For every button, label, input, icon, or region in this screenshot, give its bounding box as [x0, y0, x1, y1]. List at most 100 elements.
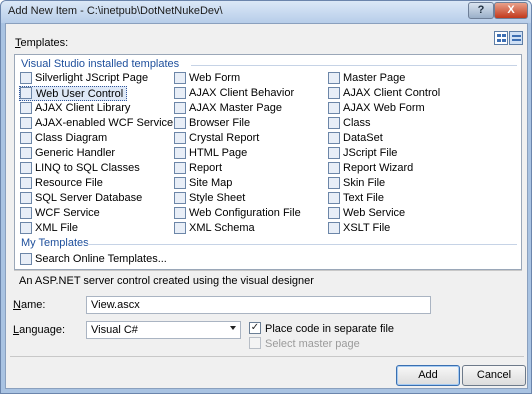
templates-list[interactable]: Visual Studio installed templates Silver…	[14, 54, 522, 270]
file-template-icon	[20, 147, 32, 159]
file-template-icon	[328, 87, 340, 99]
template-item[interactable]: Resource File	[19, 176, 103, 191]
file-template-icon	[174, 147, 186, 159]
file-template-icon	[20, 177, 32, 189]
template-item[interactable]: AJAX Web Form	[327, 101, 425, 116]
file-template-icon	[328, 147, 340, 159]
file-template-icon	[20, 162, 32, 174]
template-item[interactable]: AJAX Client Behavior	[173, 86, 294, 101]
template-item[interactable]: DataSet	[327, 131, 383, 146]
template-item[interactable]: JScript File	[327, 146, 397, 161]
template-item-label: Style Sheet	[189, 192, 246, 204]
file-template-icon	[174, 132, 186, 144]
add-new-item-dialog: Add New Item - C:\inetpub\DotNetNukeDev\…	[0, 0, 532, 394]
file-template-icon	[174, 222, 186, 234]
language-select[interactable]: Visual C#	[86, 321, 241, 339]
file-template-icon	[328, 72, 340, 84]
template-item-label: LINQ to SQL Classes	[35, 162, 140, 174]
template-item-label: Resource File	[35, 177, 103, 189]
template-item[interactable]: Web Service	[327, 206, 405, 221]
template-item-label: Search Online Templates...	[35, 253, 167, 265]
template-item[interactable]: Report	[173, 161, 222, 176]
file-template-icon	[20, 102, 32, 114]
template-item[interactable]: Class	[327, 116, 371, 131]
group-divider	[191, 65, 517, 66]
file-template-icon	[20, 117, 32, 129]
template-item[interactable]: HTML Page	[173, 146, 247, 161]
template-item[interactable]: Generic Handler	[19, 146, 115, 161]
template-item[interactable]: Skin File	[327, 176, 385, 191]
template-item-label: Web Form	[189, 72, 241, 84]
language-select-value: Visual C#	[91, 324, 138, 336]
file-template-icon	[174, 162, 186, 174]
installed-templates-header: Visual Studio installed templates	[21, 58, 180, 70]
template-item-label: AJAX Web Form	[343, 102, 425, 114]
template-item-label: XML File	[35, 222, 78, 234]
template-item-label: Report	[189, 162, 223, 174]
template-item[interactable]: Web User Control	[19, 86, 128, 101]
template-item-label: Browser File	[189, 117, 251, 129]
template-item-label: Crystal Report	[189, 132, 260, 144]
template-item[interactable]: Web Form	[173, 71, 240, 86]
help-button[interactable]: ?	[468, 2, 494, 19]
group-divider	[87, 244, 517, 245]
template-item[interactable]: Report Wizard	[327, 161, 413, 176]
name-input[interactable]: View.ascx	[86, 296, 431, 314]
file-template-icon	[20, 222, 32, 234]
separate-file-checkbox[interactable]: ✓	[249, 322, 261, 334]
template-item-label: DataSet	[343, 132, 383, 144]
template-item[interactable]: Master Page	[327, 71, 405, 86]
large-icons-view-button[interactable]	[494, 31, 508, 45]
file-template-icon	[174, 87, 186, 99]
template-item[interactable]: WCF Service	[19, 206, 100, 221]
file-template-icon	[328, 207, 340, 219]
template-item[interactable]: AJAX-enabled WCF Service	[19, 116, 173, 131]
template-item-label: Site Map	[189, 177, 233, 189]
template-item[interactable]: Crystal Report	[173, 131, 259, 146]
template-item[interactable]: XML Schema	[173, 221, 255, 236]
file-template-icon	[328, 177, 340, 189]
template-item-label: AJAX Client Behavior	[189, 87, 295, 99]
file-template-icon	[328, 132, 340, 144]
file-template-icon	[328, 162, 340, 174]
template-item[interactable]: Style Sheet	[173, 191, 245, 206]
cancel-button[interactable]: Cancel	[462, 365, 526, 386]
template-item[interactable]: LINQ to SQL Classes	[19, 161, 140, 176]
template-item[interactable]: Text File	[327, 191, 384, 206]
divider	[10, 356, 524, 357]
master-page-checkbox[interactable]	[249, 337, 261, 349]
template-item[interactable]: AJAX Client Control	[327, 86, 440, 101]
file-template-icon	[328, 117, 340, 129]
template-item[interactable]: AJAX Master Page	[173, 101, 282, 116]
file-template-icon	[174, 102, 186, 114]
file-template-icon	[174, 192, 186, 204]
template-item[interactable]: Web Configuration File	[173, 206, 301, 221]
file-template-icon	[20, 192, 32, 204]
my-templates-header: My Templates	[21, 237, 89, 249]
template-item-label: Web Configuration File	[189, 207, 301, 219]
templates-label: Templates:	[15, 37, 69, 49]
template-item-label: JScript File	[343, 147, 398, 159]
template-item[interactable]: XML File	[19, 221, 78, 236]
template-item[interactable]: Site Map	[173, 176, 232, 191]
small-icons-view-button[interactable]	[509, 31, 523, 45]
template-item[interactable]: Search Online Templates...	[19, 252, 167, 267]
template-item-label: Class	[343, 117, 371, 129]
template-item[interactable]: Silverlight JScript Page	[19, 71, 148, 86]
separate-file-label: Place code in separate file	[265, 323, 395, 335]
template-item[interactable]: Browser File	[173, 116, 250, 131]
template-item-label: HTML Page	[189, 147, 248, 159]
template-item[interactable]: XSLT File	[327, 221, 390, 236]
template-item[interactable]: AJAX Client Library	[19, 101, 130, 116]
add-button[interactable]: Add	[396, 365, 460, 386]
dialog-body: Templates: Visual Studio installed templ…	[5, 23, 528, 389]
close-button[interactable]: X	[494, 2, 528, 19]
template-item[interactable]: Class Diagram	[19, 131, 107, 146]
title-bar: Add New Item - C:\inetpub\DotNetNukeDev\…	[1, 1, 531, 23]
template-item[interactable]: SQL Server Database	[19, 191, 142, 206]
template-item-label: Master Page	[343, 72, 406, 84]
template-item-label: XSLT File	[343, 222, 391, 234]
template-item-label: AJAX Client Control	[343, 87, 441, 99]
file-template-icon	[328, 192, 340, 204]
language-label: Language:	[13, 324, 66, 336]
